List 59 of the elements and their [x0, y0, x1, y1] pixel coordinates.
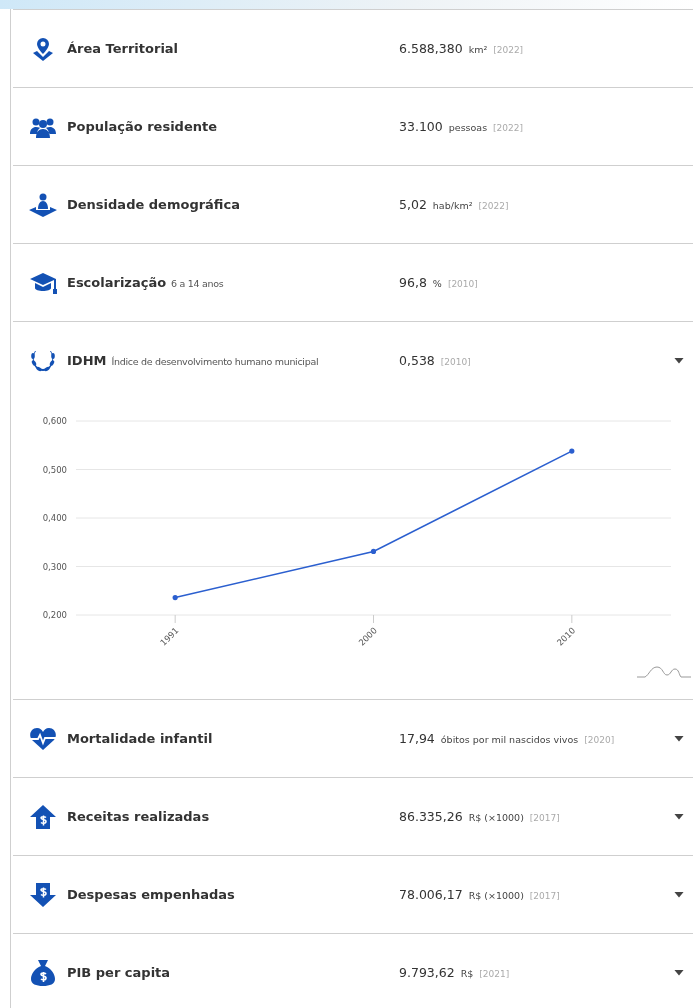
indicator-value: 17,94 — [399, 731, 435, 746]
money-bag-icon — [30, 958, 56, 987]
data-point[interactable] — [569, 448, 575, 454]
y-tick-label: 0,600 — [42, 416, 67, 426]
indicator-unit: hab/km² — [432, 200, 473, 211]
indicator-value: 5,02 — [399, 197, 427, 212]
money-up-arrow-icon — [29, 803, 57, 830]
indicator-unit: pessoas — [448, 122, 488, 133]
indicator-year: [2022] — [493, 123, 524, 133]
money-down-arrow-icon — [29, 881, 57, 908]
indicator-label: IDHM — [67, 353, 107, 368]
data-point[interactable] — [370, 548, 377, 555]
indicator-value: 96,8 — [399, 275, 427, 290]
indicator-label: Densidade demográfica — [67, 197, 240, 212]
x-tick-mark — [174, 614, 176, 624]
indicator-value: 86.335,26 — [399, 809, 463, 824]
data-point[interactable] — [172, 594, 178, 601]
y-tick-label: 0,300 — [42, 561, 67, 572]
expand-caret-icon[interactable] — [674, 813, 684, 820]
x-tick-mark — [571, 614, 573, 624]
indicator-year: [2020] — [584, 735, 615, 745]
indicator-label: Despesas empenhadas — [67, 887, 235, 902]
indicator-value: 33.100 — [399, 119, 443, 134]
x-tick-mark — [373, 614, 374, 624]
indicator-year: [2021] — [479, 969, 510, 979]
indicator-year: [2010] — [440, 357, 471, 367]
indicator-description: Índice de desenvolvimento humano municipal — [111, 356, 319, 367]
indicator-value: 78.006,17 — [399, 887, 463, 902]
indicator-unit: R$ (×1000) — [468, 812, 524, 823]
indicator-label: Mortalidade infantil — [67, 731, 213, 746]
indicator-year: [2022] — [493, 45, 524, 55]
indicator-label: PIB per capita — [67, 965, 171, 980]
indicator-unit: km² — [468, 44, 488, 55]
indicator-label: Escolarização — [67, 275, 167, 290]
expand-caret-icon[interactable] — [674, 969, 684, 976]
indicator-year: [2017] — [529, 891, 560, 901]
indicator-unit: R$ (×1000) — [468, 890, 524, 901]
indicator-year: [2022] — [478, 201, 509, 211]
indicator-label: População residente — [67, 119, 217, 134]
y-tick-label: 0,400 — [42, 513, 67, 523]
indicator-value: 9.793,62 — [399, 965, 455, 980]
indicator-year: [2010] — [447, 279, 478, 289]
y-tick-label: 0,500 — [42, 464, 67, 475]
indicator-value: 6.588,380 — [399, 41, 463, 56]
mountain-icon — [636, 666, 692, 678]
expand-caret-icon[interactable] — [674, 891, 684, 898]
indicator-label: Receitas realizadas — [67, 809, 210, 824]
indicator-description: 6 a 14 anos — [171, 278, 224, 289]
indicator-year: [2017] — [529, 813, 560, 823]
indicator-value: 0,538 — [399, 353, 435, 368]
heart-pulse-icon — [29, 726, 57, 751]
expand-caret-icon[interactable] — [674, 735, 684, 742]
indicator-unit: % — [432, 278, 442, 289]
indicator-unit: R$ — [460, 968, 474, 979]
y-tick-label: 0,200 — [42, 610, 67, 620]
indicator-unit: óbitos por mil nascidos vivos — [440, 734, 579, 745]
indicator-label: Área Territorial — [67, 41, 179, 56]
expand-caret-icon[interactable] — [674, 357, 684, 364]
person-on-map-icon — [28, 191, 58, 218]
